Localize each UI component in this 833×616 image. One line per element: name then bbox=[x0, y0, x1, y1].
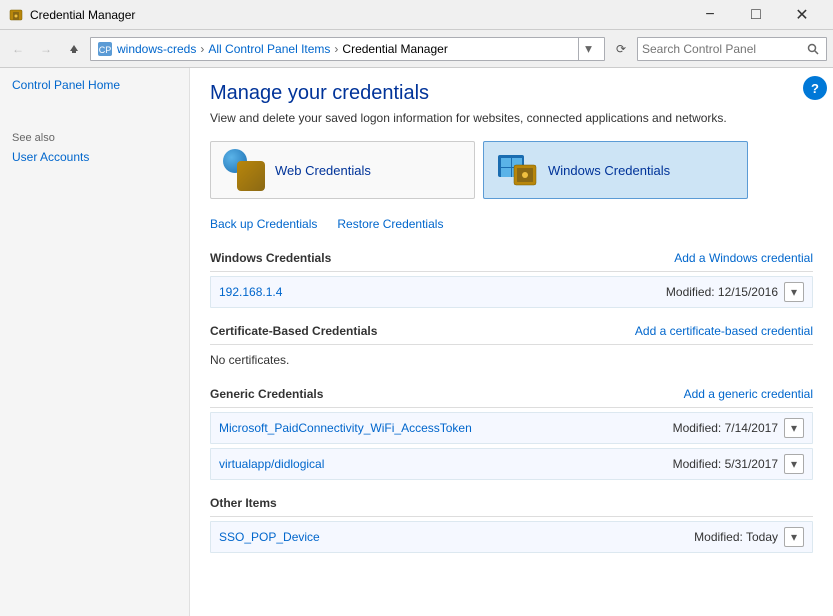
search-button[interactable] bbox=[804, 40, 822, 58]
web-credentials-label: Web Credentials bbox=[275, 163, 371, 178]
main-area: Control Panel Home See also User Account… bbox=[0, 68, 833, 616]
generic-credentials-section: Generic Credentials Add a generic creden… bbox=[210, 381, 813, 408]
generic-creds-header: Generic Credentials Add a generic creden… bbox=[210, 381, 813, 407]
maximize-button[interactable]: □ bbox=[733, 0, 779, 30]
breadcrumb: CP windows-creds › All Control Panel Ite… bbox=[90, 37, 605, 61]
breadcrumb-sep-2: › bbox=[334, 42, 338, 56]
window-controls: − □ ✕ bbox=[687, 0, 825, 30]
restore-credentials-link[interactable]: Restore Credentials bbox=[337, 217, 443, 231]
windows-cred-icon bbox=[496, 149, 538, 191]
backup-credentials-link[interactable]: Back up Credentials bbox=[210, 217, 317, 231]
generic-creds-title: Generic Credentials bbox=[210, 387, 323, 401]
search-box bbox=[637, 37, 827, 61]
svg-text:CP: CP bbox=[99, 45, 112, 55]
close-button[interactable]: ✕ bbox=[779, 0, 825, 30]
breadcrumb-dropdown[interactable]: ▾ bbox=[578, 37, 598, 61]
generic-cred-modified-1: Modified: 5/31/2017 ▾ bbox=[673, 454, 804, 474]
add-cert-credential-link[interactable]: Add a certificate-based credential bbox=[635, 324, 813, 338]
page-description: View and delete your saved logon informa… bbox=[210, 111, 813, 125]
generic-cred-expand-1[interactable]: ▾ bbox=[784, 454, 804, 474]
windows-creds-header: Windows Credentials Add a Windows creden… bbox=[210, 245, 813, 271]
other-item-row-0[interactable]: SSO_POP_Device Modified: Today ▾ bbox=[210, 521, 813, 553]
back-button[interactable]: ← bbox=[6, 37, 30, 61]
help-button[interactable]: ? bbox=[803, 76, 827, 100]
other-items-title: Other Items bbox=[210, 496, 277, 510]
user-accounts-link[interactable]: User Accounts bbox=[12, 150, 177, 164]
app-icon bbox=[8, 7, 24, 23]
cert-credentials-section: Certificate-Based Credentials Add a cert… bbox=[210, 318, 813, 345]
web-cred-icon bbox=[223, 149, 265, 191]
windows-cred-expand-0[interactable]: ▾ bbox=[784, 282, 804, 302]
other-items-section: Other Items bbox=[210, 490, 813, 517]
windows-credentials-tab[interactable]: Windows Credentials bbox=[483, 141, 748, 199]
windows-credentials-section: Windows Credentials Add a Windows creden… bbox=[210, 245, 813, 272]
breadcrumb-icon: CP bbox=[97, 41, 117, 57]
other-item-name-0[interactable]: SSO_POP_Device bbox=[219, 530, 320, 544]
forward-button[interactable]: → bbox=[34, 37, 58, 61]
breadcrumb-sep-1: › bbox=[200, 42, 204, 56]
generic-cred-row-0[interactable]: Microsoft_PaidConnectivity_WiFi_AccessTo… bbox=[210, 412, 813, 444]
address-bar: ← → CP windows-creds › All Control Panel… bbox=[0, 30, 833, 68]
up-button[interactable] bbox=[62, 37, 86, 61]
windows-credentials-label: Windows Credentials bbox=[548, 163, 670, 178]
minimize-button[interactable]: − bbox=[687, 0, 733, 30]
breadcrumb-control-panel[interactable]: windows-creds bbox=[117, 42, 196, 56]
cert-creds-header: Certificate-Based Credentials Add a cert… bbox=[210, 318, 813, 344]
sidebar: Control Panel Home See also User Account… bbox=[0, 68, 190, 616]
search-input[interactable] bbox=[642, 42, 804, 56]
refresh-button[interactable]: ⟳ bbox=[609, 37, 633, 61]
content-area: Manage your credentials View and delete … bbox=[190, 68, 833, 616]
no-certs-message: No certificates. bbox=[210, 349, 813, 375]
add-generic-credential-link[interactable]: Add a generic credential bbox=[684, 387, 813, 401]
cert-creds-title: Certificate-Based Credentials bbox=[210, 324, 377, 338]
windows-creds-title: Windows Credentials bbox=[210, 251, 331, 265]
breadcrumb-all-items[interactable]: All Control Panel Items bbox=[208, 42, 330, 56]
windows-cred-row-0[interactable]: 192.168.1.4 Modified: 12/15/2016 ▾ bbox=[210, 276, 813, 308]
other-items-header: Other Items bbox=[210, 490, 813, 516]
page-title: Manage your credentials bbox=[210, 82, 813, 105]
generic-cred-expand-0[interactable]: ▾ bbox=[784, 418, 804, 438]
generic-cred-row-1[interactable]: virtualapp/didlogical Modified: 5/31/201… bbox=[210, 448, 813, 480]
control-panel-home-link[interactable]: Control Panel Home bbox=[12, 78, 177, 92]
generic-cred-modified-0: Modified: 7/14/2017 ▾ bbox=[673, 418, 804, 438]
other-item-expand-0[interactable]: ▾ bbox=[784, 527, 804, 547]
windows-cred-modified-0: Modified: 12/15/2016 ▾ bbox=[666, 282, 804, 302]
credential-tabs: Web Credentials Windows Cre bbox=[210, 141, 813, 199]
action-links: Back up Credentials Restore Credentials bbox=[210, 217, 813, 231]
add-windows-credential-link[interactable]: Add a Windows credential bbox=[674, 251, 813, 265]
generic-cred-name-1[interactable]: virtualapp/didlogical bbox=[219, 457, 324, 471]
generic-cred-name-0[interactable]: Microsoft_PaidConnectivity_WiFi_AccessTo… bbox=[219, 421, 472, 435]
title-bar-title: Credential Manager bbox=[30, 8, 687, 22]
windows-cred-name-0[interactable]: 192.168.1.4 bbox=[219, 285, 282, 299]
web-credentials-tab[interactable]: Web Credentials bbox=[210, 141, 475, 199]
other-item-modified-0: Modified: Today ▾ bbox=[694, 527, 804, 547]
see-also-label: See also bbox=[12, 132, 177, 144]
breadcrumb-current: Credential Manager bbox=[342, 42, 447, 56]
title-bar: Credential Manager − □ ✕ bbox=[0, 0, 833, 30]
